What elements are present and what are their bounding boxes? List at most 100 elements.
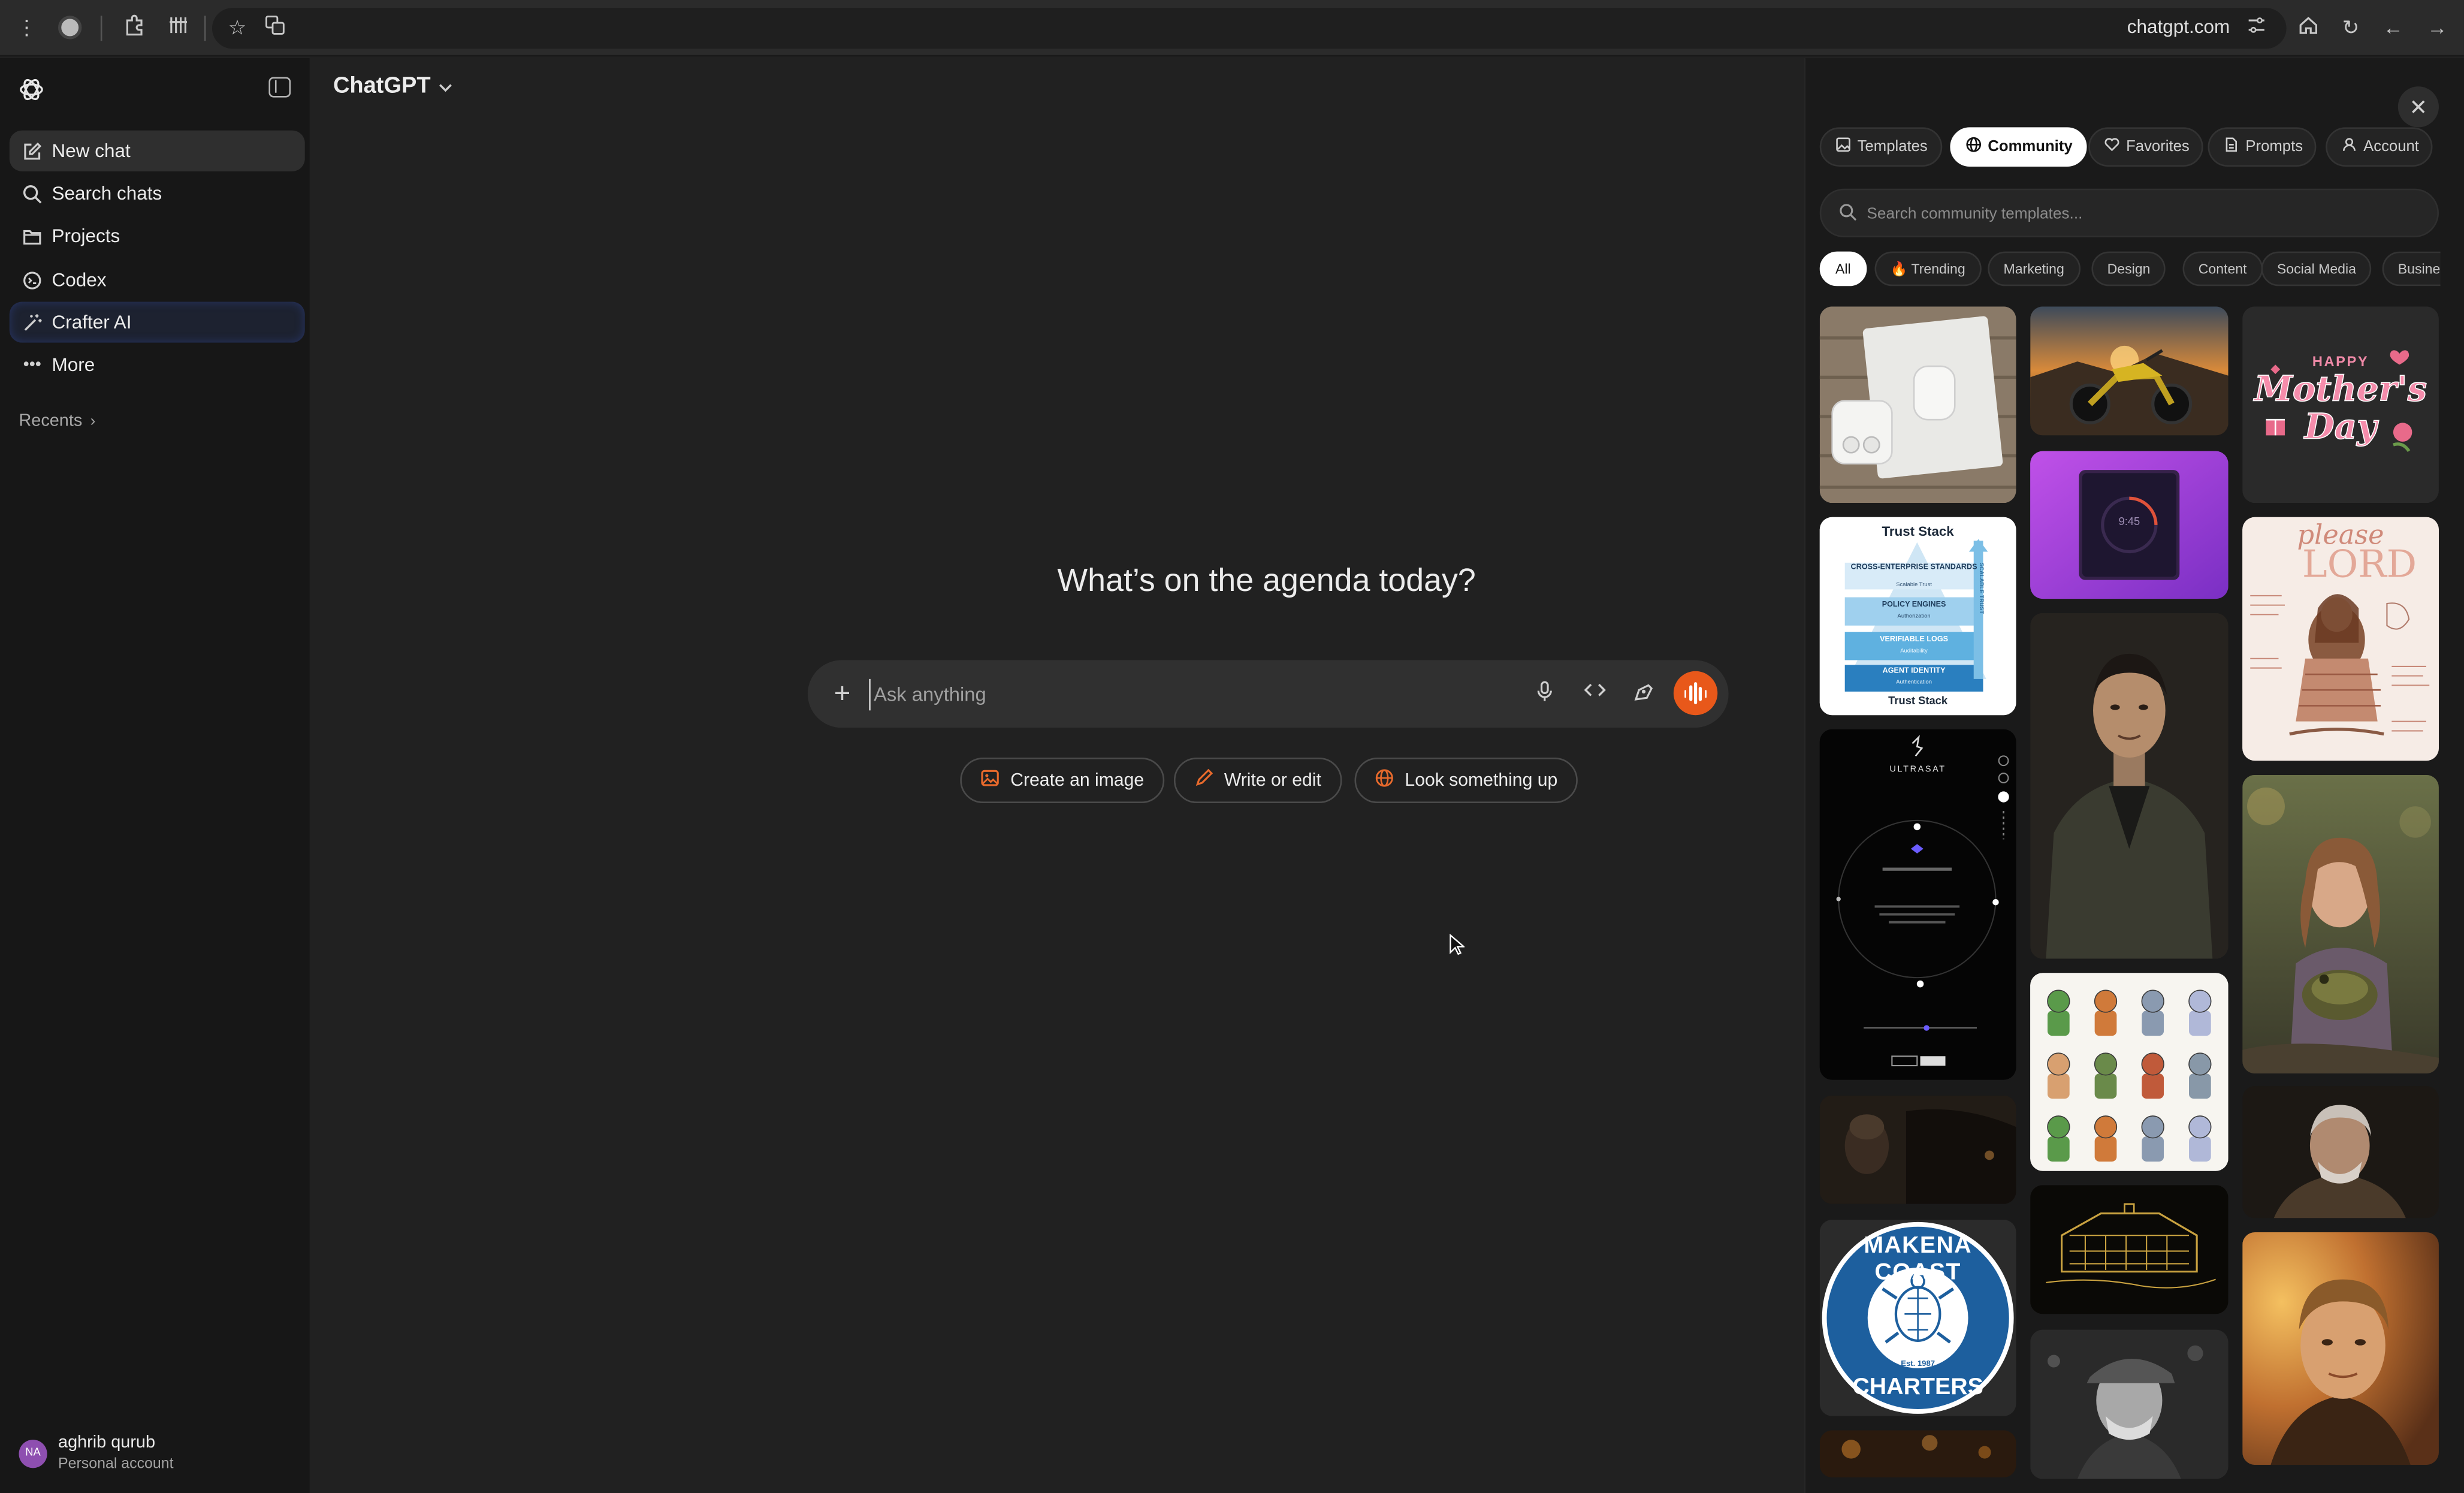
filter-all[interactable]: All bbox=[1819, 251, 1867, 286]
sidebar-item-label: More bbox=[52, 354, 95, 376]
address-bar[interactable] bbox=[212, 8, 2287, 49]
trust-layer-name: CROSS-ENTERPRISE STANDARDS bbox=[1850, 564, 1977, 572]
toggle-sidebar-icon[interactable] bbox=[268, 77, 291, 98]
chevron-right-icon: › bbox=[90, 413, 96, 431]
ellipsis-icon: ••• bbox=[23, 355, 41, 375]
pen-tool-icon[interactable] bbox=[1631, 680, 1656, 705]
globe-icon bbox=[1375, 768, 1394, 792]
mothers-day-line2: Mother's bbox=[2254, 369, 2427, 411]
trust-layer-name: VERIFIABLE LOGS bbox=[1880, 637, 1949, 645]
recents-label: Recents bbox=[19, 412, 83, 431]
openai-logo-icon[interactable] bbox=[17, 76, 46, 104]
ultrasat-brand: ULTRASAT bbox=[1889, 765, 1946, 775]
template-tile-timer[interactable]: 9:45 bbox=[2030, 451, 2229, 599]
create-image-chip[interactable]: Create an image bbox=[960, 757, 1165, 804]
sidebar-item-search-chats[interactable]: Search chats bbox=[10, 173, 305, 213]
filter-content[interactable]: Content bbox=[2182, 251, 2263, 286]
browser-toolbar: ⋮ ☆ chatgpt.com ↻ ← → bbox=[0, 0, 2464, 57]
trust-stack-title: Trust Stack bbox=[1882, 523, 1954, 539]
user-plan: Personal account bbox=[58, 1455, 174, 1473]
voice-mode-button[interactable] bbox=[1673, 671, 1718, 716]
template-tile-ultrasat[interactable]: ULTRASAT bbox=[1819, 729, 2016, 1080]
composer: + bbox=[807, 660, 1729, 728]
filter-design[interactable]: Design bbox=[2091, 251, 2166, 286]
chip-label: Create an image bbox=[1010, 771, 1145, 790]
template-tile-child-frog[interactable] bbox=[2242, 774, 2439, 1074]
write-or-edit-chip[interactable]: Write or edit bbox=[1173, 757, 1342, 804]
template-tile-trust-stack[interactable]: Trust Stack CROSS-ENTERPRISE STANDARDS S… bbox=[1819, 517, 2016, 716]
filter-social-media[interactable]: Social Media bbox=[2261, 251, 2372, 286]
trust-side-label: SCALABLE TRUST bbox=[1978, 562, 1985, 614]
makena-top-text: MAKENA COAST bbox=[1864, 1232, 1972, 1286]
current-url[interactable]: chatgpt.com bbox=[2127, 16, 2230, 38]
user-menu[interactable]: NA aghrib qurub Personal account bbox=[16, 1422, 298, 1476]
user-name: aghrib qurub bbox=[58, 1433, 156, 1453]
code-icon[interactable] bbox=[1583, 680, 1608, 705]
translate-icon[interactable] bbox=[261, 14, 289, 43]
trust-layer-sub: Scalable Trust bbox=[1896, 581, 1932, 588]
filter-chips: All 🔥 Trending Marketing Design Content … bbox=[1805, 58, 2441, 310]
prompt-input[interactable] bbox=[869, 678, 1498, 711]
image-icon bbox=[980, 768, 999, 792]
microphone-icon[interactable] bbox=[1532, 680, 1557, 705]
template-tile-night-driver[interactable] bbox=[1819, 1095, 2016, 1204]
template-tile-motorcycle[interactable] bbox=[2030, 306, 2229, 436]
pencil-square-icon bbox=[22, 141, 43, 161]
extension-tool-icon[interactable] bbox=[164, 14, 192, 43]
template-tile-older-man[interactable] bbox=[2242, 1086, 2439, 1218]
codex-icon bbox=[22, 270, 43, 290]
browser-profile-avatar[interactable] bbox=[58, 16, 82, 40]
add-attachment-icon[interactable]: + bbox=[828, 677, 856, 708]
sidebar-item-label: Projects bbox=[52, 225, 120, 247]
template-tile-sunset-portrait[interactable] bbox=[2242, 1232, 2439, 1465]
mouse-cursor-icon bbox=[1449, 933, 1466, 956]
template-tile-partial[interactable] bbox=[1819, 1430, 2016, 1478]
trust-layer-sub: Auditability bbox=[1900, 647, 1928, 654]
please-lord-line2: LORD bbox=[2302, 542, 2417, 587]
filter-business[interactable]: Busine bbox=[2382, 251, 2441, 286]
crafter-panel: ✕ Templates Community Favorites Prompts bbox=[1804, 58, 2464, 1493]
filter-marketing[interactable]: Marketing bbox=[1988, 251, 2080, 286]
mothers-day-line3: Day bbox=[2304, 406, 2378, 448]
makena-bottom-text: CHARTERS bbox=[1852, 1373, 1983, 1401]
template-tile-gold-mansion[interactable] bbox=[2030, 1185, 2229, 1314]
sidebar-item-new-chat[interactable]: New chat bbox=[9, 130, 305, 171]
template-tile-please-lord[interactable]: please LORD bbox=[2242, 517, 2439, 761]
browser-menu-icon[interactable]: ⋮ bbox=[13, 14, 41, 43]
sidebar-item-crafter-ai[interactable]: Crafter AI bbox=[9, 301, 305, 343]
recents-toggle[interactable]: Recents › bbox=[19, 412, 95, 430]
template-tile-makena-coast[interactable]: MAKENA COAST CHARTERS Est. 1987 bbox=[1819, 1219, 2016, 1416]
template-tile-man-portrait[interactable] bbox=[2030, 613, 2229, 959]
search-icon bbox=[22, 183, 43, 204]
trust-layer-name: AGENT IDENTITY bbox=[1882, 668, 1946, 676]
chevron-down-icon bbox=[439, 74, 453, 99]
chip-label: Look something up bbox=[1405, 771, 1558, 790]
extensions-icon[interactable] bbox=[121, 14, 149, 43]
timer-value: 9:45 bbox=[2118, 517, 2140, 529]
look-something-up-chip[interactable]: Look something up bbox=[1354, 757, 1578, 804]
model-switcher[interactable]: ChatGPT bbox=[333, 74, 452, 99]
page-title: What’s on the agenda today? bbox=[1057, 562, 1476, 599]
home-icon[interactable] bbox=[2294, 14, 2323, 43]
makena-established: Est. 1987 bbox=[1901, 1359, 1935, 1370]
trust-layer-sub: Authentication bbox=[1896, 678, 1932, 686]
filter-trending[interactable]: 🔥 Trending bbox=[1874, 251, 1981, 286]
forward-arrow-icon[interactable]: → bbox=[2423, 14, 2451, 43]
sidebar-item-more[interactable]: ••• More bbox=[10, 344, 305, 385]
trust-layer-name: POLICY ENGINES bbox=[1882, 602, 1946, 610]
template-tile-character-sheet[interactable] bbox=[2030, 973, 2229, 1171]
sidebar-item-codex[interactable]: Codex bbox=[10, 260, 305, 300]
template-tile-mothers-day[interactable]: HAPPY Mother's Day bbox=[2242, 306, 2439, 503]
sidebar: New chat Search chats Projects Codex Cra… bbox=[0, 58, 310, 1493]
back-arrow-icon[interactable]: ← bbox=[2379, 14, 2407, 43]
sidebar-item-label: Codex bbox=[52, 269, 107, 291]
template-tile-old-man-bw[interactable] bbox=[2030, 1329, 2229, 1479]
sidebar-item-projects[interactable]: Projects bbox=[10, 215, 305, 256]
template-tile-earbuds[interactable] bbox=[1819, 306, 2016, 503]
reload-icon[interactable]: ↻ bbox=[2337, 14, 2365, 43]
trust-stack-footer: Trust Stack bbox=[1888, 696, 1948, 708]
site-settings-icon[interactable] bbox=[2242, 14, 2270, 43]
mothers-day-line1: HAPPY bbox=[2312, 354, 2369, 370]
toolbar-divider bbox=[204, 16, 206, 41]
bookmark-star-icon[interactable]: ☆ bbox=[223, 14, 251, 43]
